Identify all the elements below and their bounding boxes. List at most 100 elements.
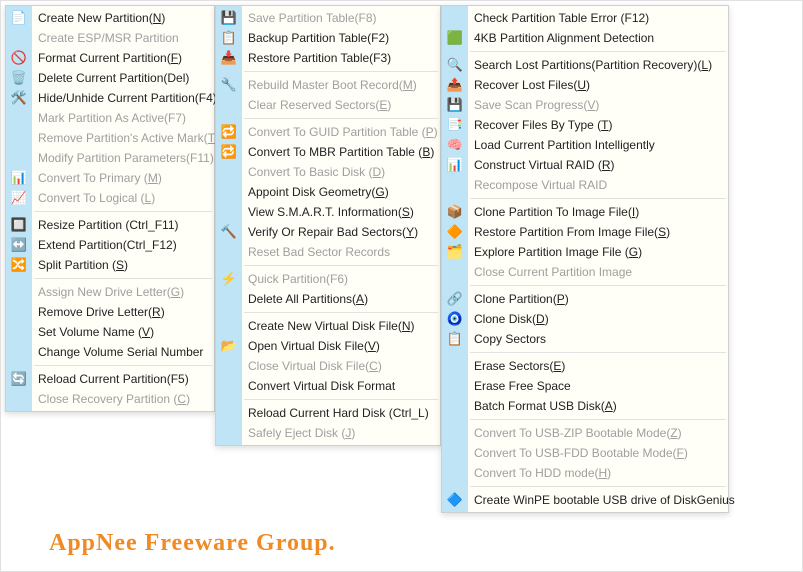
menu-item-icon: 📊 xyxy=(11,170,27,186)
menu-item-icon: 📄 xyxy=(11,10,27,26)
menu-item[interactable]: 🚫Format Current Partition(F) xyxy=(32,48,214,68)
menu-item: 📊Convert To Primary (M) xyxy=(32,168,214,188)
menu-item-icon: 💾 xyxy=(447,97,463,113)
menu-item[interactable]: Batch Format USB Disk(A) xyxy=(468,396,728,416)
menu-item[interactable]: Set Volume Name (V) xyxy=(32,322,214,342)
menu-item-icon: 📥 xyxy=(221,50,237,66)
menu-item-icon: ⚡ xyxy=(221,271,237,287)
menu-item-label: Hide/Unhide Current Partition(F4) xyxy=(38,88,217,108)
menu-item-label: Erase Sectors(E) xyxy=(474,356,565,376)
menu-item[interactable]: 📋Copy Sectors xyxy=(468,329,728,349)
menu-item-icon: 🔗 xyxy=(447,291,463,307)
menu-item[interactable]: 🧿Clone Disk(D) xyxy=(468,309,728,329)
menu-item[interactable]: 📥Restore Partition Table(F3) xyxy=(242,48,440,68)
menu-item[interactable]: 🔁Convert To MBR Partition Table (B) xyxy=(242,142,440,162)
menu-item[interactable]: 📑Recover Files By Type (T) xyxy=(468,115,728,135)
menu-item-icon: 🔍 xyxy=(447,57,463,73)
menu-item[interactable]: ↔️Extend Partition(Ctrl_F12) xyxy=(32,235,214,255)
menu-item[interactable]: 🗂️Explore Partition Image File (G) xyxy=(468,242,728,262)
menu-item[interactable]: 🔷Create WinPE bootable USB drive of Disk… xyxy=(468,490,728,510)
menu-item-label: Convert To HDD mode(H) xyxy=(474,463,611,483)
menu-item[interactable]: 📤Recover Lost Files(U) xyxy=(468,75,728,95)
menu-item[interactable]: 🗑️Delete Current Partition(Del) xyxy=(32,68,214,88)
menu-item[interactable]: 🔄Reload Current Partition(F5) xyxy=(32,369,214,389)
menu-item[interactable]: Erase Free Space xyxy=(468,376,728,396)
menu-item-label: Split Partition (S) xyxy=(38,255,128,275)
menu-item[interactable]: 🛠️Hide/Unhide Current Partition(F4) xyxy=(32,88,214,108)
menu-item[interactable]: Delete All Partitions(A) xyxy=(242,289,440,309)
menu-item[interactable]: Convert Virtual Disk Format xyxy=(242,376,440,396)
menu-item-icon: 📊 xyxy=(447,157,463,173)
menu-item-label: Resize Partition (Ctrl_F11) xyxy=(38,215,178,235)
menu-item[interactable]: Erase Sectors(E) xyxy=(468,356,728,376)
menu-item[interactable]: 🔍Search Lost Partitions(Partition Recove… xyxy=(468,55,728,75)
menu-item-label: Delete Current Partition(Del) xyxy=(38,68,189,88)
menu-item-icon: 🛠️ xyxy=(11,90,27,106)
menu-item: 💾Save Scan Progress(V) xyxy=(468,95,728,115)
watermark-text: AppNee Freeware Group. xyxy=(49,530,336,557)
menu-item[interactable]: 📂Open Virtual Disk File(V) xyxy=(242,336,440,356)
menu-item-label: Copy Sectors xyxy=(474,329,546,349)
menu-item[interactable]: Check Partition Table Error (F12) xyxy=(468,8,728,28)
menu-disk[interactable]: 💾Save Partition Table(F8)📋Backup Partiti… xyxy=(215,5,441,446)
menu-item: Close Virtual Disk File(C) xyxy=(242,356,440,376)
menu-item-icon: 📋 xyxy=(447,331,463,347)
menu-item-label: Reload Current Partition(F5) xyxy=(38,369,189,389)
menu-item-label: Backup Partition Table(F2) xyxy=(248,28,389,48)
menu-item-label: Recompose Virtual RAID xyxy=(474,175,607,195)
menu-item[interactable]: Appoint Disk Geometry(G) xyxy=(242,182,440,202)
menu-item-label: 4KB Partition Alignment Detection xyxy=(474,28,654,48)
menu-item[interactable]: 🔀Split Partition (S) xyxy=(32,255,214,275)
menu-item-label: Create WinPE bootable USB drive of DiskG… xyxy=(474,490,735,510)
menu-item: Create ESP/MSR Partition xyxy=(32,28,214,48)
menu-item-icon: 🧿 xyxy=(447,311,463,327)
menu-item[interactable]: Change Volume Serial Number xyxy=(32,342,214,362)
menu-item-label: Assign New Drive Letter(G) xyxy=(38,282,184,302)
menu-item-icon: 🔀 xyxy=(11,257,27,273)
menu-item[interactable]: 🧠Load Current Partition Intelligently xyxy=(468,135,728,155)
menu-item-label: Remove Drive Letter(R) xyxy=(38,302,165,322)
menu-item[interactable]: 📦Clone Partition To Image File(I) xyxy=(468,202,728,222)
menu-separator xyxy=(470,285,726,286)
menu-item-label: Extend Partition(Ctrl_F12) xyxy=(38,235,177,255)
menu-partition[interactable]: 📄Create New Partition(N)Create ESP/MSR P… xyxy=(5,5,215,412)
menu-item[interactable]: 📊Construct Virtual RAID (R) xyxy=(468,155,728,175)
menu-tools[interactable]: Check Partition Table Error (F12)🟩4KB Pa… xyxy=(441,5,729,513)
menu-item[interactable]: 🔗Clone Partition(P) xyxy=(468,289,728,309)
menu-item[interactable]: 🔨Verify Or Repair Bad Sectors(Y) xyxy=(242,222,440,242)
menu-item[interactable]: 🔲Resize Partition (Ctrl_F11) xyxy=(32,215,214,235)
menu-item: Safely Eject Disk (J) xyxy=(242,423,440,443)
menu-item-label: Safely Eject Disk (J) xyxy=(248,423,355,443)
menu-item-label: Format Current Partition(F) xyxy=(38,48,182,68)
menu-item[interactable]: 📄Create New Partition(N) xyxy=(32,8,214,28)
menu-item[interactable]: Create New Virtual Disk File(N) xyxy=(242,316,440,336)
menu-item[interactable]: 🟩4KB Partition Alignment Detection xyxy=(468,28,728,48)
menu-body: 📄Create New Partition(N)Create ESP/MSR P… xyxy=(32,6,214,411)
menu-item-icon: 🔁 xyxy=(221,144,237,160)
menu-separator xyxy=(244,118,438,119)
menu-item[interactable]: Reload Current Hard Disk (Ctrl_L) xyxy=(242,403,440,423)
menu-item[interactable]: Remove Drive Letter(R) xyxy=(32,302,214,322)
menu-separator xyxy=(470,51,726,52)
menu-separator xyxy=(470,486,726,487)
menu-item: 📈Convert To Logical (L) xyxy=(32,188,214,208)
menu-item-icon: 📋 xyxy=(221,30,237,46)
menu-item-label: Create New Partition(N) xyxy=(38,8,165,28)
menu-separator xyxy=(244,265,438,266)
menu-item-label: Convert To USB-ZIP Bootable Mode(Z) xyxy=(474,423,682,443)
menu-item[interactable]: View S.M.A.R.T. Information(S) xyxy=(242,202,440,222)
menu-item-icon: 🔄 xyxy=(11,371,27,387)
menu-item[interactable]: 🔶Restore Partition From Image File(S) xyxy=(468,222,728,242)
menu-item-icon: 💾 xyxy=(221,10,237,26)
menu-item-icon: 🚫 xyxy=(11,50,27,66)
menu-item-label: Explore Partition Image File (G) xyxy=(474,242,642,262)
menu-item-label: Load Current Partition Intelligently xyxy=(474,135,655,155)
menu-body: Check Partition Table Error (F12)🟩4KB Pa… xyxy=(468,6,728,512)
menu-item: Modify Partition Parameters(F11) xyxy=(32,148,214,168)
menu-item-label: Set Volume Name (V) xyxy=(38,322,154,342)
menu-separator xyxy=(470,419,726,420)
menu-item-label: Appoint Disk Geometry(G) xyxy=(248,182,389,202)
menu-item[interactable]: 📋Backup Partition Table(F2) xyxy=(242,28,440,48)
menu-item-icon: 📑 xyxy=(447,117,463,133)
menu-item-icon: 🔨 xyxy=(221,224,237,240)
